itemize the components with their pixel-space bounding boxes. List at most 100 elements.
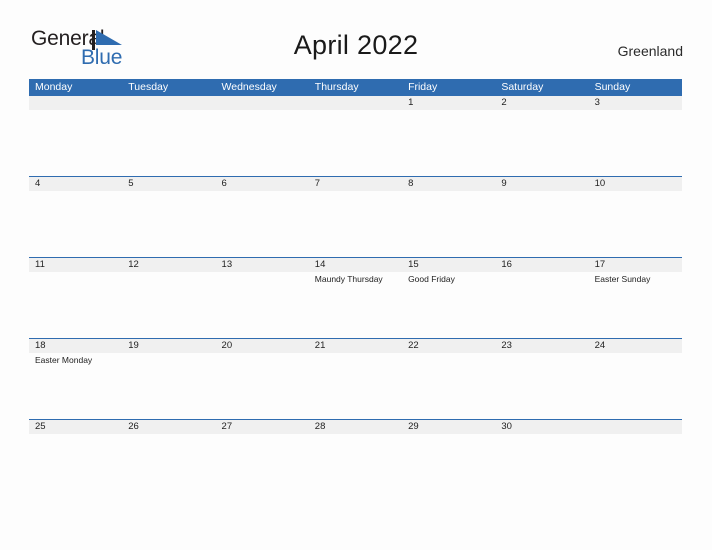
day-number[interactable]	[309, 96, 402, 110]
day-number[interactable]: 20	[216, 339, 309, 353]
weekday-header-sunday: Sunday	[594, 81, 631, 93]
day-cell[interactable]	[589, 353, 682, 419]
page-header: General Blue April 2022 Greenland	[0, 0, 712, 78]
day-cell[interactable]	[402, 191, 495, 257]
day-cell[interactable]	[309, 434, 402, 500]
week-row: 4 5 6 7 8 9 10	[29, 176, 682, 257]
week-date-band: 1 2 3	[29, 96, 682, 110]
day-cell[interactable]	[402, 434, 495, 500]
day-number[interactable]	[122, 96, 215, 110]
day-number[interactable]: 8	[402, 177, 495, 191]
day-cell[interactable]	[309, 110, 402, 176]
calendar-page: General Blue April 2022 Greenland Monday…	[0, 0, 712, 550]
day-cell[interactable]	[29, 272, 122, 338]
day-number[interactable]: 18	[29, 339, 122, 353]
day-number[interactable]: 27	[216, 420, 309, 434]
day-number[interactable]	[216, 96, 309, 110]
day-cell[interactable]: Maundy Thursday	[309, 272, 402, 338]
day-number[interactable]: 7	[309, 177, 402, 191]
day-number[interactable]: 2	[495, 96, 588, 110]
day-cell[interactable]	[495, 353, 588, 419]
day-event: Easter Monday	[35, 355, 93, 365]
day-cell[interactable]	[122, 272, 215, 338]
day-number[interactable]: 9	[495, 177, 588, 191]
weekday-header-friday: Friday	[408, 81, 438, 93]
day-number[interactable]: 30	[495, 420, 588, 434]
day-number[interactable]: 15	[402, 258, 495, 272]
day-cell[interactable]	[495, 434, 588, 500]
page-title: April 2022	[293, 30, 419, 60]
day-cell[interactable]	[122, 191, 215, 257]
day-cell[interactable]: Good Friday	[402, 272, 495, 338]
week-date-band: 4 5 6 7 8 9 10	[29, 177, 682, 191]
day-number[interactable]: 12	[122, 258, 215, 272]
week-event-band	[29, 191, 682, 257]
day-cell[interactable]	[589, 191, 682, 257]
day-number[interactable]: 17	[589, 258, 682, 272]
day-cell[interactable]	[495, 110, 588, 176]
day-cell[interactable]	[402, 110, 495, 176]
weekday-header-row: Monday Tuesday Wednesday Thursday Friday…	[29, 79, 682, 96]
week-row: 18 19 20 21 22 23 24 Easter Monday	[29, 338, 682, 419]
weekday-header-monday: Monday	[35, 81, 73, 93]
day-cell[interactable]	[122, 110, 215, 176]
calendar-grid: Monday Tuesday Wednesday Thursday Friday…	[29, 79, 682, 500]
weekday-header-saturday: Saturday	[501, 81, 544, 93]
day-cell[interactable]	[29, 191, 122, 257]
day-cell[interactable]	[122, 353, 215, 419]
day-number[interactable]: 3	[589, 96, 682, 110]
week-event-band: Easter Monday	[29, 353, 682, 419]
day-cell[interactable]	[216, 353, 309, 419]
day-number[interactable]: 29	[402, 420, 495, 434]
week-event-band	[29, 110, 682, 176]
day-number[interactable]: 1	[402, 96, 495, 110]
day-cell[interactable]: Easter Sunday	[589, 272, 682, 338]
day-number[interactable]: 21	[309, 339, 402, 353]
day-cell[interactable]	[589, 110, 682, 176]
weekday-header-wednesday: Wednesday	[221, 81, 277, 93]
weekday-header-tuesday: Tuesday	[128, 81, 169, 93]
week-row: 25 26 27 28 29 30	[29, 419, 682, 500]
day-cell[interactable]	[216, 434, 309, 500]
day-cell[interactable]	[402, 353, 495, 419]
day-event: Good Friday	[408, 274, 455, 284]
day-cell[interactable]: Easter Monday	[29, 353, 122, 419]
day-number[interactable]: 14	[309, 258, 402, 272]
day-number[interactable]: 10	[589, 177, 682, 191]
week-date-band: 18 19 20 21 22 23 24	[29, 339, 682, 353]
day-number[interactable]: 6	[216, 177, 309, 191]
day-number[interactable]: 24	[589, 339, 682, 353]
weekday-header-thursday: Thursday	[314, 81, 359, 93]
day-cell[interactable]	[29, 434, 122, 500]
week-row: 1 2 3	[29, 96, 682, 176]
day-cell[interactable]	[495, 272, 588, 338]
day-cell[interactable]	[216, 191, 309, 257]
country-label: Greenland	[617, 43, 683, 59]
day-number[interactable]: 22	[402, 339, 495, 353]
day-event: Maundy Thursday	[314, 274, 383, 284]
day-event: Easter Sunday	[594, 274, 651, 284]
week-event-band	[29, 434, 682, 500]
day-number[interactable]: 25	[29, 420, 122, 434]
day-cell[interactable]	[122, 434, 215, 500]
day-number[interactable]: 19	[122, 339, 215, 353]
day-cell[interactable]	[589, 434, 682, 500]
day-number[interactable]: 4	[29, 177, 122, 191]
week-date-band: 25 26 27 28 29 30	[29, 420, 682, 434]
day-number[interactable]: 11	[29, 258, 122, 272]
day-cell[interactable]	[309, 191, 402, 257]
day-cell[interactable]	[495, 191, 588, 257]
day-cell[interactable]	[29, 110, 122, 176]
week-date-band: 11 12 13 14 15 16 17	[29, 258, 682, 272]
day-number[interactable]	[29, 96, 122, 110]
day-number[interactable]: 23	[495, 339, 588, 353]
day-number[interactable]: 13	[216, 258, 309, 272]
day-number[interactable]: 5	[122, 177, 215, 191]
day-number[interactable]	[589, 420, 682, 434]
day-number[interactable]: 26	[122, 420, 215, 434]
day-number[interactable]: 16	[495, 258, 588, 272]
day-cell[interactable]	[216, 110, 309, 176]
day-number[interactable]: 28	[309, 420, 402, 434]
day-cell[interactable]	[309, 353, 402, 419]
day-cell[interactable]	[216, 272, 309, 338]
